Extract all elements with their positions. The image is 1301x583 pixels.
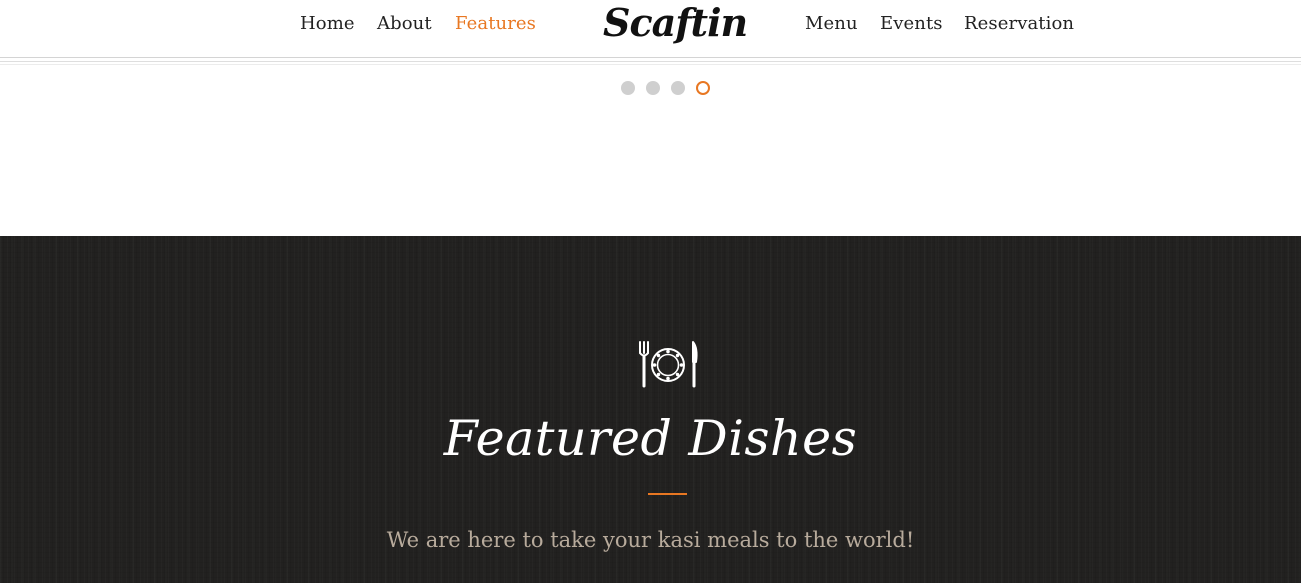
site-logo[interactable]: Scaftin <box>603 0 748 45</box>
nav-events-link[interactable]: Events <box>880 13 943 34</box>
nav-menu-link[interactable]: Menu <box>805 13 858 34</box>
nav-about-link[interactable]: About <box>377 13 432 34</box>
header-divider <box>0 61 1301 65</box>
slider-pagination <box>621 81 710 95</box>
plate-fork-knife-icon <box>639 341 698 388</box>
featured-dishes-section: Featured Dishes We are here to take your… <box>0 236 1301 583</box>
section-subtitle: We are here to take your kasi meals to t… <box>386 528 915 552</box>
nav-home-link[interactable]: Home <box>300 13 355 34</box>
slider-dot-1[interactable] <box>621 81 635 95</box>
section-title: Featured Dishes <box>443 410 858 467</box>
nav-features-link[interactable]: Features <box>455 13 536 34</box>
title-divider <box>648 493 687 495</box>
slider-dot-2[interactable] <box>646 81 660 95</box>
nav-reservation-link[interactable]: Reservation <box>964 13 1074 34</box>
slider-dot-3[interactable] <box>671 81 685 95</box>
slider-dot-4-active[interactable] <box>696 81 710 95</box>
site-header: Home About Features Scaftin Menu Events … <box>0 0 1301 58</box>
